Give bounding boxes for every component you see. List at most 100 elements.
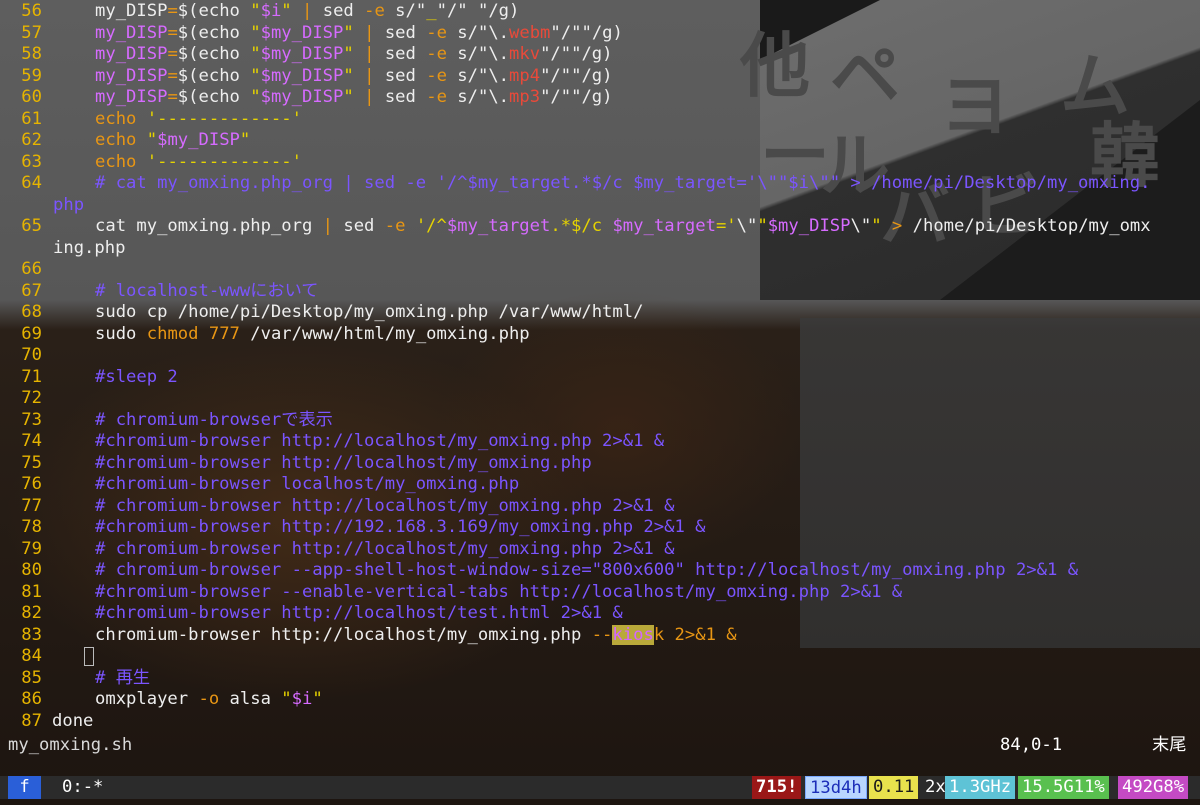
code-line[interactable]: 83 chromium-browser http://localhost/my_o… <box>0 624 1200 647</box>
code-token: -e <box>384 216 406 236</box>
code-token: mp3 <box>509 87 541 107</box>
cpu-frequency-badge: 1.3GHz <box>945 776 1016 799</box>
code-token: $i <box>260 1 282 21</box>
code-line[interactable]: 78 #chromium-browser http://192.168.3.169… <box>0 517 1200 539</box>
code-line[interactable]: 87 done <box>0 711 1200 733</box>
code-token: # chromium-browser http://localhost/my_o… <box>95 538 675 559</box>
line-number: 82 <box>21 603 42 623</box>
code-token: "/""/g) <box>540 44 613 64</box>
code-token: k <box>653 624 665 645</box>
code-token: my_DISP <box>95 44 168 64</box>
code-token: sed <box>374 65 427 86</box>
code-token: = <box>167 22 178 43</box>
code-line[interactable]: 82 #chromium-browser http://localhost/tes… <box>0 603 1200 625</box>
code-token: #chromium-browser http://localhost/my_om… <box>95 452 592 473</box>
code-line[interactable]: 79 # chromium-browser http://localhost/my… <box>0 539 1200 561</box>
line-number: 79 <box>21 538 42 559</box>
cursor-position: 84,0-1 <box>1000 735 1063 755</box>
code-token: s/"\. <box>446 22 510 43</box>
code-token: | <box>322 216 334 236</box>
error-count-badge: 715! <box>752 776 802 799</box>
editor-buffer[interactable]: 56 my_DISP=$(echo "$i" | sed -e s/"_"/" "… <box>0 0 1200 746</box>
code-token: #chromium-browser http://192.168.3.169/m… <box>95 517 706 537</box>
disk-usage-badge: 492G8% <box>1118 776 1189 799</box>
code-token: # chromium-browserで表示 <box>95 409 333 430</box>
code-token: " <box>146 130 158 150</box>
code-token: = <box>167 44 178 64</box>
code-line[interactable]: 65 cat my_omxing.php_org | sed -e '/^$my_… <box>0 216 1200 238</box>
code-token: # chromium-browser --app-shell-host-wind… <box>95 560 1079 580</box>
window-tab[interactable]: 0:-* <box>58 776 107 799</box>
line-number: 68 <box>21 302 42 322</box>
line-number: 64 <box>21 173 42 193</box>
session-badge[interactable]: f <box>8 776 41 799</box>
code-token: my_DISP <box>95 1 168 21</box>
load-average-badge: 0.11 <box>869 776 919 799</box>
code-token: echo <box>95 151 147 172</box>
code-line[interactable]: 61 echo '-------------' <box>0 109 1200 131</box>
code-token: mkv <box>509 44 541 64</box>
terminal-window[interactable]: 他 ペ ム ー ヨ ル バ ビ 韓 56 my_DISP=$(echo "$i" … <box>0 0 1200 805</box>
line-number: 61 <box>21 108 42 129</box>
code-line[interactable]: 72 <box>0 388 1200 410</box>
code-line[interactable]: 58 my_DISP=$(echo "$my_DISP" | sed -e s/"… <box>0 44 1200 66</box>
code-line-wrap[interactable]: ing.php <box>0 238 1200 260</box>
code-token: " <box>250 65 261 86</box>
code-token: \" <box>736 216 758 236</box>
code-token: kios <box>612 624 654 645</box>
code-line[interactable]: 60 my_DISP=$(echo "$my_DISP" | sed -e s/"… <box>0 87 1200 109</box>
code-line[interactable]: 75 #chromium-browser http://localhost/my_… <box>0 453 1200 475</box>
code-line[interactable]: 57 my_DISP=$(echo "$my_DISP" | sed -e s/"… <box>0 23 1200 45</box>
code-token: chromium-browser http://localhost/my_omx… <box>95 624 592 645</box>
code-token: = <box>167 65 178 86</box>
code-line[interactable]: 59 my_DISP=$(echo "$my_DISP" | sed -e s/"… <box>0 66 1200 88</box>
code-token: -e <box>426 44 447 64</box>
code-line[interactable]: 85 # 再生 <box>0 668 1200 690</box>
code-token: # chromium-browser http://localhost/my_o… <box>95 495 675 516</box>
code-line[interactable]: 68 sudo cp /home/pi/Desktop/my_omxing.php… <box>0 302 1200 324</box>
code-line[interactable]: 69 sudo chmod 777 /var/www/html/my_omxing… <box>0 324 1200 346</box>
code-line[interactable]: 66 <box>0 259 1200 281</box>
code-token: 2>&1 <box>674 624 716 645</box>
code-token: #chromium-browser --enable-vertical-tabs… <box>95 581 903 602</box>
code-token: webm <box>509 22 551 43</box>
code-line[interactable]: 63 echo '-------------' <box>0 152 1200 174</box>
code-token: s/"\. <box>446 44 510 64</box>
code-line-wrap[interactable]: php <box>0 195 1200 217</box>
code-token: $i <box>291 689 313 709</box>
code-token: sed <box>374 22 427 43</box>
code-token: " <box>250 1 261 21</box>
code-token: | <box>364 87 375 107</box>
code-token: $my_DISP <box>260 22 344 43</box>
code-line[interactable]: 64 # cat my_omxing.php_org | sed -e '/^$m… <box>0 173 1200 195</box>
code-token: $my_DISP <box>260 65 344 86</box>
code-line[interactable]: 77 # chromium-browser http://localhost/my… <box>0 496 1200 518</box>
scroll-position: 末尾 <box>1152 735 1187 755</box>
code-line[interactable]: 80 # chromium-browser --app-shell-host-wi… <box>0 560 1200 582</box>
code-line[interactable]: 67 # localhost-wwwにおいて <box>0 281 1200 303</box>
code-line[interactable]: 81 #chromium-browser --enable-vertical-ta… <box>0 582 1200 604</box>
code-token: $my_DISP <box>767 216 851 236</box>
code-token: "/""/g) <box>550 22 623 43</box>
code-token: $(echo <box>177 22 251 43</box>
code-token: -e <box>426 22 447 43</box>
code-line[interactable]: 86 omxplayer -o alsa "$i" <box>0 689 1200 711</box>
line-number: 62 <box>21 130 42 150</box>
code-line[interactable]: 56 my_DISP=$(echo "$i" | sed -e s/"_"/" "… <box>0 1 1200 23</box>
code-line[interactable]: 84 <box>0 646 1200 668</box>
code-line[interactable]: 71 #sleep 2 <box>0 367 1200 389</box>
code-line[interactable]: 62 echo "$my_DISP" <box>0 130 1200 152</box>
code-line[interactable]: 76 #chromium-browser localhost/my_omxing.… <box>0 474 1200 496</box>
code-line[interactable]: 70 <box>0 345 1200 367</box>
code-token: | <box>302 1 313 21</box>
code-line[interactable]: 74 #chromium-browser http://localhost/my_… <box>0 431 1200 453</box>
code-line[interactable]: 73 # chromium-browserで表示 <box>0 410 1200 432</box>
code-token: -e <box>426 65 447 86</box>
